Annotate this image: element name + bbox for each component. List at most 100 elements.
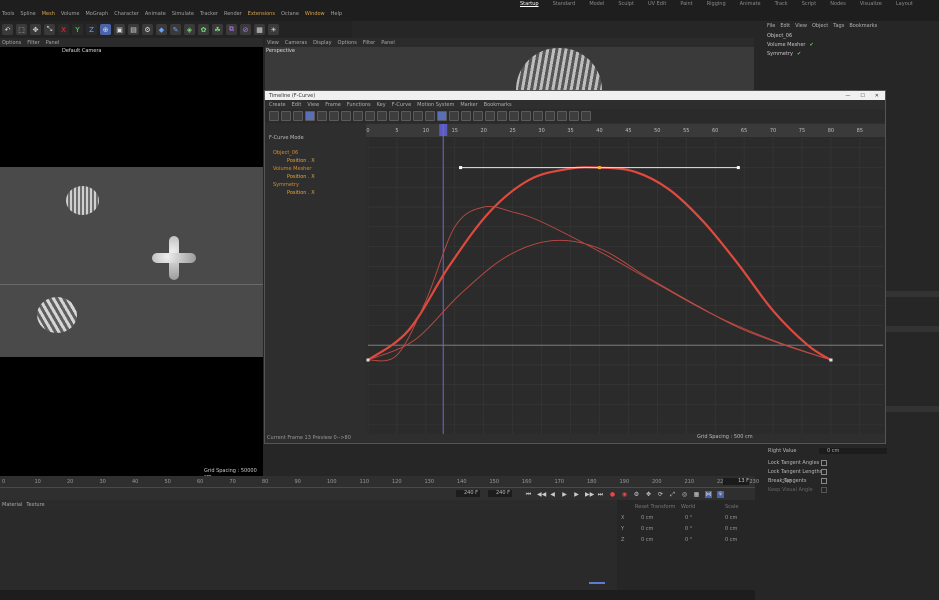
vp-menu-panel[interactable]: Panel (46, 40, 60, 46)
fc-ease-out-icon[interactable] (473, 111, 483, 121)
layout-tab-script[interactable]: Script (802, 1, 817, 9)
tree-object-volume-mesher[interactable]: Volume Mesher (273, 166, 311, 172)
prev-key-icon[interactable]: ◀◀ (537, 491, 546, 498)
fc-frame-sel-icon[interactable] (341, 111, 351, 121)
scale-icon[interactable]: ⤡ (44, 24, 55, 35)
check-icon[interactable]: ✔ (809, 42, 813, 48)
om-menu-file[interactable]: File (767, 23, 775, 29)
fc-tool-icon[interactable] (377, 111, 387, 121)
fc-frame-all-icon[interactable] (329, 111, 339, 121)
coord-pos-z[interactable]: 0 cm (641, 537, 653, 543)
menu-help[interactable]: Help (331, 11, 342, 19)
rotation-key-icon[interactable]: ⟳ (657, 491, 664, 498)
menu-volume[interactable]: Volume (61, 11, 80, 19)
maximize-icon[interactable]: ☐ (860, 93, 864, 99)
mat-menu-material[interactable]: Material (2, 502, 22, 508)
fc-tool-icon[interactable] (485, 111, 495, 121)
layout-tab-startup[interactable]: Startup (520, 1, 539, 9)
menu-mesh[interactable]: Mesh (42, 11, 55, 19)
vp-menu-options-top[interactable]: Options (338, 40, 357, 46)
coord-rot-x[interactable]: 0 ° (685, 515, 692, 521)
timeline-ruler[interactable]: 0 10 20 30 40 50 60 70 80 90 100 110 120 130 140 150 160… (0, 477, 792, 487)
layout-tab-animate[interactable]: Animate (740, 1, 761, 9)
fc-menu-edit[interactable]: Edit (292, 102, 302, 108)
tree-track-position-x[interactable]: Position . X (287, 190, 315, 196)
fc-tool-icon[interactable] (497, 111, 507, 121)
fc-tool-icon[interactable] (353, 111, 363, 121)
menu-mograph[interactable]: MoGraph (85, 11, 108, 19)
param-key-icon[interactable]: ◎ (681, 491, 688, 498)
undo-icon[interactable]: ↶ (2, 24, 13, 35)
coordinate-system-icon[interactable]: ⊕ (100, 24, 111, 35)
om-object-row[interactable]: Symmetry ✔ (767, 51, 801, 57)
layout-tab-layout[interactable]: Layout (896, 1, 913, 9)
render-icon[interactable]: ▤ (128, 24, 139, 35)
menu-spline[interactable]: Spline (20, 11, 35, 19)
tree-track-position-x[interactable]: Position . X (287, 174, 315, 180)
coord-scale-y[interactable]: 0 cm (725, 526, 737, 532)
keyframe-selection-icon[interactable]: ⚙ (633, 491, 640, 498)
menu-simulate[interactable]: Simulate (172, 11, 194, 19)
coord-rot-z[interactable]: 0 ° (685, 537, 692, 543)
go-to-end-icon[interactable]: ⏭ (597, 491, 604, 498)
prev-frame-icon[interactable]: ◀ (549, 491, 556, 498)
z-axis-button[interactable]: Z (86, 24, 97, 35)
menu-tools[interactable]: Tools (2, 11, 14, 19)
om-menu-object[interactable]: Object (812, 23, 828, 29)
tree-object-symmetry[interactable]: Symmetry (273, 182, 299, 188)
fc-menu-marker[interactable]: Marker (460, 102, 477, 108)
menu-window[interactable]: Window (305, 11, 325, 19)
om-menu-bookmarks[interactable]: Bookmarks (849, 23, 877, 29)
frame-end-field[interactable]: 240 F (456, 490, 480, 497)
lock-tangent-angles-checkbox[interactable] (821, 460, 827, 466)
current-frame-field[interactable]: 13 F (723, 478, 749, 485)
fc-tool-icon[interactable] (581, 111, 591, 121)
play-icon[interactable]: ▶ (561, 491, 568, 498)
go-to-start-icon[interactable]: ⏮ (525, 491, 532, 498)
menu-tracker[interactable]: Tracker (200, 11, 218, 19)
scene-icon[interactable]: ⊘ (240, 24, 251, 35)
close-icon[interactable]: ✕ (875, 93, 879, 99)
fc-tool-icon[interactable] (521, 111, 531, 121)
scale-key-icon[interactable]: ⤢ (669, 491, 676, 498)
fcurve-graph[interactable]: 0510152025303540455055606570758085200018… (352, 124, 885, 434)
menu-octane[interactable]: Octane (281, 11, 299, 19)
timeline-settings-icon[interactable]: ⚘ (717, 491, 724, 498)
fc-tool-icon[interactable] (533, 111, 543, 121)
om-object-row[interactable]: Volume Mesher ✔ (767, 42, 814, 48)
fc-ease-in-icon[interactable] (461, 111, 471, 121)
field-icon[interactable]: ⧉ (226, 24, 237, 35)
fc-auto-icon[interactable] (305, 111, 315, 121)
fc-tool-icon[interactable] (557, 111, 567, 121)
viewport-perspective[interactable]: View Cameras Display Options Filter Pane… (265, 38, 754, 90)
interpolation-icon[interactable]: ⋈ (705, 491, 712, 498)
coord-world-dropdown[interactable]: World (681, 504, 695, 510)
om-menu-view[interactable]: View (795, 23, 807, 29)
coord-rot-y[interactable]: 0 ° (685, 526, 692, 532)
fc-step-icon[interactable] (413, 111, 423, 121)
cube-icon[interactable]: ◆ (156, 24, 167, 35)
vp-menu-view[interactable]: View (267, 40, 279, 46)
layout-tab-visualize[interactable]: Visualize (860, 1, 882, 9)
break-tangents-checkbox[interactable] (821, 478, 827, 484)
vp-menu-options[interactable]: Options (2, 40, 21, 46)
fcurve-graph-svg[interactable]: 0510152025303540455055606570758085200018… (352, 124, 885, 434)
symmetry-sphere-object[interactable] (37, 297, 77, 333)
move-icon[interactable]: ✥ (30, 24, 41, 35)
deformer-icon[interactable]: ☘ (212, 24, 223, 35)
om-menu-tags[interactable]: Tags (833, 23, 844, 29)
x-axis-button[interactable]: X (58, 24, 69, 35)
om-menu-edit[interactable]: Edit (780, 23, 790, 29)
layout-tab-model[interactable]: Model (589, 1, 604, 9)
tree-object-object06[interactable]: Object_06 (273, 150, 298, 156)
y-axis-button[interactable]: Y (72, 24, 83, 35)
coord-scale-z[interactable]: 0 cm (725, 537, 737, 543)
material-scroll-handle[interactable] (589, 582, 605, 584)
fc-menu-key[interactable]: Key (377, 102, 386, 108)
fc-menu-create[interactable]: Create (269, 102, 286, 108)
render-view-icon[interactable]: ▣ (114, 24, 125, 35)
subdivision-icon[interactable]: ◈ (184, 24, 195, 35)
record-icon[interactable]: ● (609, 491, 616, 498)
fc-spline-icon[interactable] (437, 111, 447, 121)
layout-tab-standard[interactable]: Standard (553, 1, 576, 9)
